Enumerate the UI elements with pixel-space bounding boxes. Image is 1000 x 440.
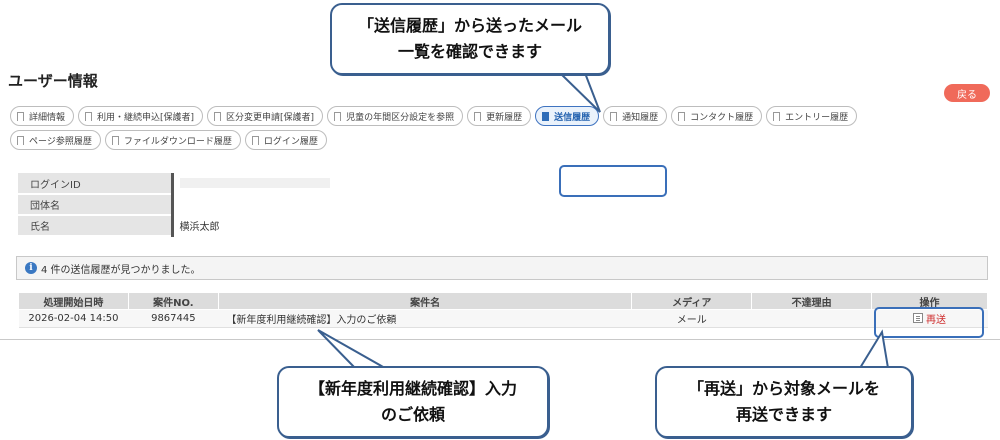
tab-entry-history[interactable]: エントリー履歴 xyxy=(766,106,858,126)
col-header-datetime[interactable]: 処理開始日時 xyxy=(18,292,129,310)
bookmark-icon xyxy=(251,135,259,148)
name-value: 横浜太郎 xyxy=(170,215,988,237)
organization-label: 団体名 xyxy=(18,194,172,216)
back-button[interactable]: 戻る xyxy=(944,84,990,102)
cell-reason xyxy=(751,309,872,328)
organization-value xyxy=(170,194,988,216)
tab-annual-category[interactable]: 児童の年間区分設定を参照 xyxy=(327,106,464,126)
bookmark-icon xyxy=(85,111,93,124)
table-header-row: 処理開始日時 案件NO. 案件名 メディア 不達理由 操作 xyxy=(18,292,988,310)
bookmark-icon xyxy=(214,111,222,124)
name-label: 氏名 xyxy=(18,215,172,237)
bookmark-icon xyxy=(610,111,618,124)
tab-usage-application[interactable]: 利用・継続申込[保護者] xyxy=(78,106,204,126)
col-header-case-no[interactable]: 案件NO. xyxy=(127,292,219,310)
bookmark-icon xyxy=(773,111,781,124)
tab-file-download-history[interactable]: ファイルダウンロード履歴 xyxy=(104,130,241,150)
result-message: 4 件の送信履歴が見つかりました。 xyxy=(41,264,201,276)
cell-subject: 【新年度利用継続確認】入力のご依頼 xyxy=(218,309,632,328)
cell-media: メール xyxy=(631,309,752,328)
col-header-subject[interactable]: 案件名 xyxy=(217,292,633,310)
bookmark-icon xyxy=(334,111,342,124)
bookmark-icon xyxy=(474,111,482,124)
cell-case-no: 9867445 xyxy=(128,309,219,328)
tab-login-history[interactable]: ログイン履歴 xyxy=(244,130,327,150)
tab-notification-history[interactable]: 通知履歴 xyxy=(603,106,668,126)
tab-row-1: 詳細情報 利用・継続申込[保護者] 区分変更申請[保護者] 児童の年間区分設定を… xyxy=(10,106,970,126)
table-row: 2026-02-04 14:50 9867445 【新年度利用継続確認】入力のご… xyxy=(18,309,988,328)
bookmark-icon xyxy=(111,135,119,148)
tab-page-view-history[interactable]: ページ参照履歴 xyxy=(10,130,101,150)
info-row-organization: 団体名 xyxy=(18,194,988,216)
bookmark-icon xyxy=(17,135,24,148)
login-id-label: ログインID xyxy=(18,173,172,195)
tab-bar: 詳細情報 利用・継続申込[保護者] 区分変更申請[保護者] 児童の年間区分設定を… xyxy=(10,106,970,154)
bookmark-icon xyxy=(678,111,686,124)
cell-datetime: 2026-02-04 14:50 xyxy=(18,309,129,328)
callout-send-history: 「送信履歴」から送ったメール 一覧を確認できます xyxy=(330,3,610,75)
tab-row-2: ページ参照履歴 ファイルダウンロード履歴 ログイン履歴 xyxy=(10,130,970,150)
tab-details[interactable]: 詳細情報 xyxy=(10,106,75,126)
tab-send-history[interactable]: 送信履歴 xyxy=(535,106,600,126)
resend-highlight xyxy=(874,307,984,338)
tab-update-history[interactable]: 更新履歴 xyxy=(467,106,532,126)
col-header-reason[interactable]: 不達理由 xyxy=(751,292,873,310)
page-title: ユーザー情報 xyxy=(8,72,98,90)
redacted-value xyxy=(179,177,330,188)
bookmark-icon xyxy=(17,111,24,124)
callout-subject: 【新年度利用継続確認】入力 のご依頼 xyxy=(277,366,549,438)
user-info-table: ログインID 団体名 氏名 横浜太郎 xyxy=(18,173,988,237)
info-row-name: 氏名 横浜太郎 xyxy=(18,215,988,237)
info-icon: i xyxy=(25,262,37,274)
bookmark-icon xyxy=(542,111,550,124)
tab-contact-history[interactable]: コンタクト履歴 xyxy=(671,106,763,126)
col-header-media[interactable]: メディア xyxy=(631,292,753,310)
tab-category-change[interactable]: 区分変更申請[保護者] xyxy=(207,106,324,126)
result-message-bar: i 4 件の送信履歴が見つかりました。 xyxy=(16,256,988,280)
info-row-login-id: ログインID xyxy=(18,173,988,195)
send-history-table: 処理開始日時 案件NO. 案件名 メディア 不達理由 操作 2026-02-04… xyxy=(18,292,988,328)
callout-resend: 「再送」から対象メールを 再送できます xyxy=(655,366,913,438)
send-history-tab-highlight xyxy=(559,165,667,197)
